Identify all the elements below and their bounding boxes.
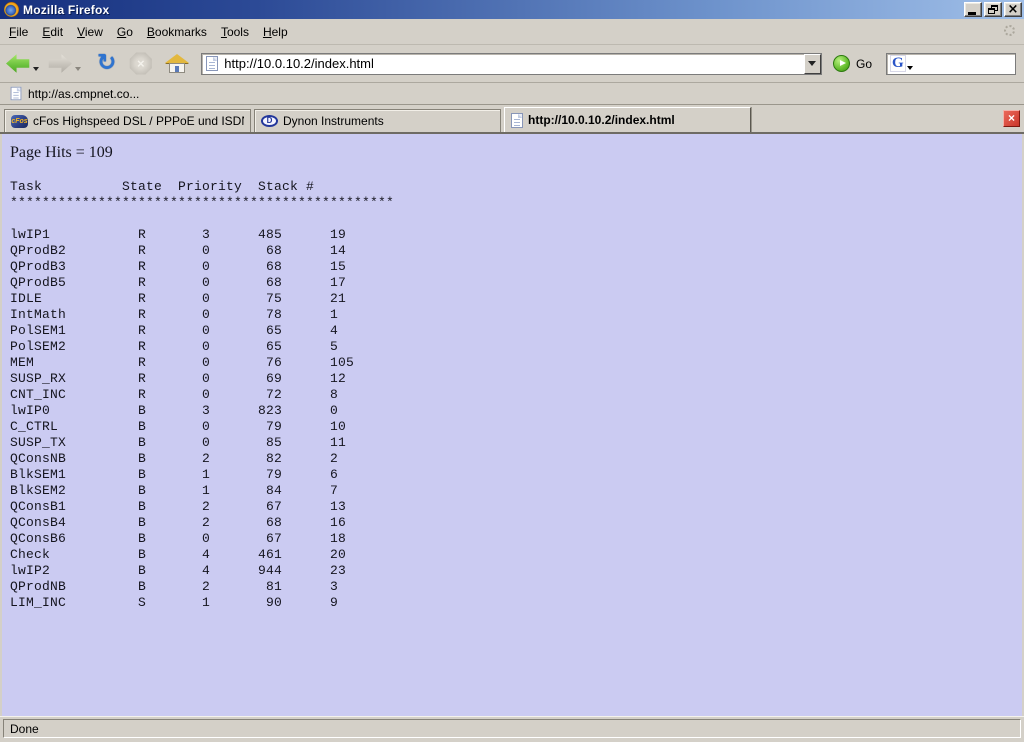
menu-item-edit[interactable]: Edit bbox=[35, 22, 70, 42]
google-engine-icon[interactable]: G bbox=[890, 55, 906, 72]
tab-3[interactable]: http://10.0.10.2/index.html bbox=[504, 107, 751, 132]
home-roof-icon bbox=[165, 54, 189, 63]
table-row: MEM R 0 76 105 bbox=[10, 355, 354, 370]
status-bar: Done bbox=[0, 716, 1024, 742]
table-row: Check B 4 461 20 bbox=[10, 547, 346, 562]
table-row: BlkSEM2 B 1 84 7 bbox=[10, 483, 338, 498]
bookmark-item[interactable]: http://as.cmpnet.co... bbox=[6, 85, 143, 102]
table-row: QConsB1 B 2 67 13 bbox=[10, 499, 346, 514]
page-hits-text: Page Hits = 109 bbox=[10, 144, 1022, 162]
menu-item-help[interactable]: Help bbox=[256, 22, 295, 42]
back-button[interactable] bbox=[6, 54, 30, 74]
bookmark-label: http://as.cmpnet.co... bbox=[28, 87, 139, 101]
minimize-icon bbox=[968, 12, 976, 15]
tab-label: http://10.0.10.2/index.html bbox=[528, 113, 675, 127]
cfos-icon: cFos bbox=[11, 115, 28, 128]
table-row: QProdB2 R 0 68 14 bbox=[10, 243, 346, 258]
menu-item-go[interactable]: Go bbox=[110, 22, 140, 42]
table-row: SUSP_RX R 0 69 12 bbox=[10, 371, 346, 386]
stop-button[interactable]: × bbox=[129, 52, 152, 75]
menu-item-bookmarks[interactable]: Bookmarks bbox=[140, 22, 214, 42]
url-bar[interactable]: http://10.0.10.2/index.html bbox=[201, 53, 822, 75]
go-icon bbox=[833, 55, 850, 72]
table-row: QConsB6 B 0 67 18 bbox=[10, 531, 346, 546]
close-icon: × bbox=[1008, 4, 1019, 16]
title-bar: Mozilla Firefox × bbox=[0, 0, 1024, 19]
menu-item-file[interactable]: File bbox=[2, 22, 35, 42]
close-tab-button[interactable]: × bbox=[1003, 110, 1020, 127]
table-row: LIM_INC S 1 90 9 bbox=[10, 595, 338, 610]
table-row: C_CTRL B 0 79 10 bbox=[10, 419, 346, 434]
restore-button[interactable] bbox=[984, 2, 1002, 17]
home-button[interactable] bbox=[165, 54, 189, 74]
table-row: CNT_INC R 0 72 8 bbox=[10, 387, 338, 402]
tab-2[interactable]: D Dynon Instruments bbox=[254, 109, 501, 132]
table-row: PolSEM2 R 0 65 5 bbox=[10, 339, 338, 354]
forward-button[interactable] bbox=[48, 54, 72, 74]
table-row: SUSP_TX B 0 85 11 bbox=[10, 435, 346, 450]
page-icon bbox=[206, 56, 218, 71]
bookmarks-toolbar: http://as.cmpnet.co... bbox=[0, 83, 1024, 105]
reload-button[interactable]: ↻ bbox=[97, 51, 116, 75]
table-row: lwIP1 R 3 485 19 bbox=[10, 227, 346, 242]
table-row: IntMath R 0 78 1 bbox=[10, 307, 338, 322]
browser-window: Mozilla Firefox × FileEditViewGoBookmark… bbox=[0, 0, 1024, 742]
go-button-label: Go bbox=[856, 57, 872, 71]
throbber-icon[interactable] bbox=[1004, 25, 1015, 36]
table-row: BlkSEM1 B 1 79 6 bbox=[10, 467, 338, 482]
status-text: Done bbox=[10, 722, 39, 736]
table-separator: ****************************************… bbox=[10, 195, 394, 210]
table-row: IDLE R 0 75 21 bbox=[10, 291, 346, 306]
forward-dropdown-icon[interactable] bbox=[75, 67, 81, 71]
menu-bar-items: FileEditViewGoBookmarksToolsHelp bbox=[0, 19, 1024, 45]
table-row: QProdB5 R 0 68 17 bbox=[10, 275, 346, 290]
page-content: Page Hits = 109 Task State Priority Stac… bbox=[0, 134, 1024, 716]
table-row: QConsB4 B 2 68 16 bbox=[10, 515, 346, 530]
status-panel: Done bbox=[3, 719, 1021, 738]
search-engine-dropdown-icon[interactable] bbox=[907, 66, 913, 70]
navigation-toolbar: ↻ × http://10.0.10.2/index.html Go G bbox=[0, 45, 1024, 83]
task-table: Task State Priority Stack # ************… bbox=[10, 179, 1022, 611]
minimize-button[interactable] bbox=[964, 2, 982, 17]
menu-item-tools[interactable]: Tools bbox=[214, 22, 256, 42]
table-header: Task State Priority Stack # bbox=[10, 179, 314, 194]
tab-1[interactable]: cFos cFos Highspeed DSL / PPPoE und ISDN … bbox=[4, 109, 251, 132]
table-row: lwIP0 B 3 823 0 bbox=[10, 403, 338, 418]
dynon-icon: D bbox=[261, 115, 278, 127]
restore-icon bbox=[988, 5, 998, 14]
table-row: lwIP2 B 4 944 23 bbox=[10, 563, 346, 578]
search-input[interactable]: G bbox=[886, 53, 1016, 75]
page-icon bbox=[11, 87, 22, 101]
back-dropdown-icon[interactable] bbox=[33, 67, 39, 71]
tab-label: cFos Highspeed DSL / PPPoE und ISDN CAP.… bbox=[33, 114, 244, 128]
tab-label: Dynon Instruments bbox=[283, 114, 384, 128]
table-row: QConsNB B 2 82 2 bbox=[10, 451, 338, 466]
table-row: QProdNB B 2 81 3 bbox=[10, 579, 338, 594]
chevron-down-icon bbox=[808, 61, 816, 66]
close-button[interactable]: × bbox=[1004, 2, 1022, 17]
tab-strip: cFos cFos Highspeed DSL / PPPoE und ISDN … bbox=[0, 105, 1024, 134]
go-button[interactable]: Go bbox=[833, 55, 872, 72]
table-row: QProdB3 R 0 68 15 bbox=[10, 259, 346, 274]
table-row: PolSEM1 R 0 65 4 bbox=[10, 323, 338, 338]
home-body-icon bbox=[169, 63, 185, 73]
url-dropdown-button[interactable] bbox=[804, 54, 821, 74]
firefox-logo-icon bbox=[4, 2, 19, 17]
menu-item-view[interactable]: View bbox=[70, 22, 110, 42]
page-icon bbox=[511, 113, 523, 128]
window-title: Mozilla Firefox bbox=[23, 3, 109, 17]
url-input[interactable]: http://10.0.10.2/index.html bbox=[218, 56, 804, 71]
